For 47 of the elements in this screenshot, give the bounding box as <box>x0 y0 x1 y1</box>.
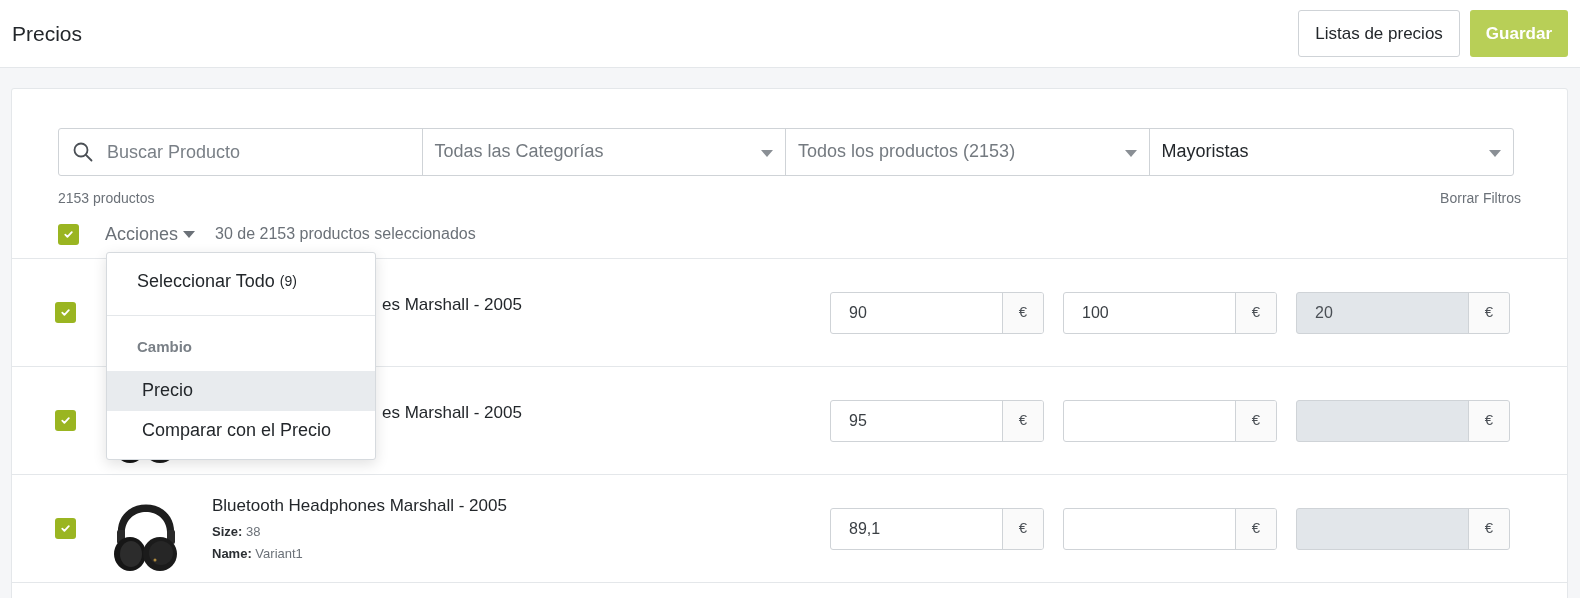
product-title: es Marshall - 2005 <box>382 293 522 316</box>
menu-section-header: Cambio <box>136 337 193 357</box>
price-field[interactable]: € <box>1063 399 1277 442</box>
search-icon <box>73 142 93 162</box>
selection-count: 30 de 2153 productos seleccionados <box>215 224 476 244</box>
currency-label: € <box>1002 400 1043 441</box>
price-field[interactable]: 100 € <box>1063 291 1277 334</box>
clear-filters-link[interactable]: Borrar Filtros <box>1440 188 1521 209</box>
check-icon <box>60 415 71 426</box>
price-field[interactable]: 89,1 € <box>830 507 1044 550</box>
check-icon <box>60 307 71 318</box>
menu-item[interactable]: Seleccionar Todo (9) <box>107 261 375 301</box>
checkbox[interactable] <box>55 410 76 431</box>
menu-item[interactable]: Comparar con el Precio <box>107 410 375 451</box>
currency-label: € <box>1235 508 1276 549</box>
currency-label: € <box>1468 508 1509 549</box>
price-field[interactable]: 95 € <box>830 399 1044 442</box>
currency-label: € <box>1002 508 1043 549</box>
menu-item[interactable]: Precio <box>107 370 375 411</box>
currency-label: € <box>1235 400 1276 441</box>
price-lists-button[interactable]: Listas de precios <box>1298 10 1460 57</box>
check-icon <box>63 228 74 240</box>
currency-label: € <box>1468 292 1509 333</box>
checkbox[interactable] <box>55 302 76 323</box>
search-field[interactable]: Buscar Producto <box>59 129 423 175</box>
page-title: Precios <box>12 20 83 47</box>
filter-dropdown[interactable]: Todas las Categorías <box>422 129 786 175</box>
product-title: es Marshall - 2005 <box>382 401 522 424</box>
product-count: 2153 productos <box>58 189 155 208</box>
caret-icon <box>1489 149 1501 157</box>
caret-icon <box>761 149 773 157</box>
checkbox[interactable] <box>58 223 79 245</box>
caret-icon <box>1124 149 1137 157</box>
product-attribute: Size: 38 <box>212 522 262 541</box>
currency-label: € <box>1468 400 1509 441</box>
price-field[interactable]: 90 € <box>830 291 1044 334</box>
actions-dropdown[interactable]: Acciones <box>105 220 196 248</box>
caret-icon <box>183 230 196 238</box>
currency-label: € <box>1235 292 1276 333</box>
product-title: Bluetooth Headphones Marshall - 2005 <box>212 495 507 518</box>
check-icon <box>60 523 71 534</box>
price-field[interactable]: € <box>1063 507 1277 550</box>
product-attribute: Name: Variant1 <box>212 545 304 564</box>
checkbox[interactable] <box>55 518 76 539</box>
filter-dropdown[interactable]: Todos los productos (2153) <box>786 129 1150 175</box>
filter-dropdown[interactable]: Mayoristas <box>1149 129 1513 175</box>
currency-label: € <box>1002 292 1043 333</box>
